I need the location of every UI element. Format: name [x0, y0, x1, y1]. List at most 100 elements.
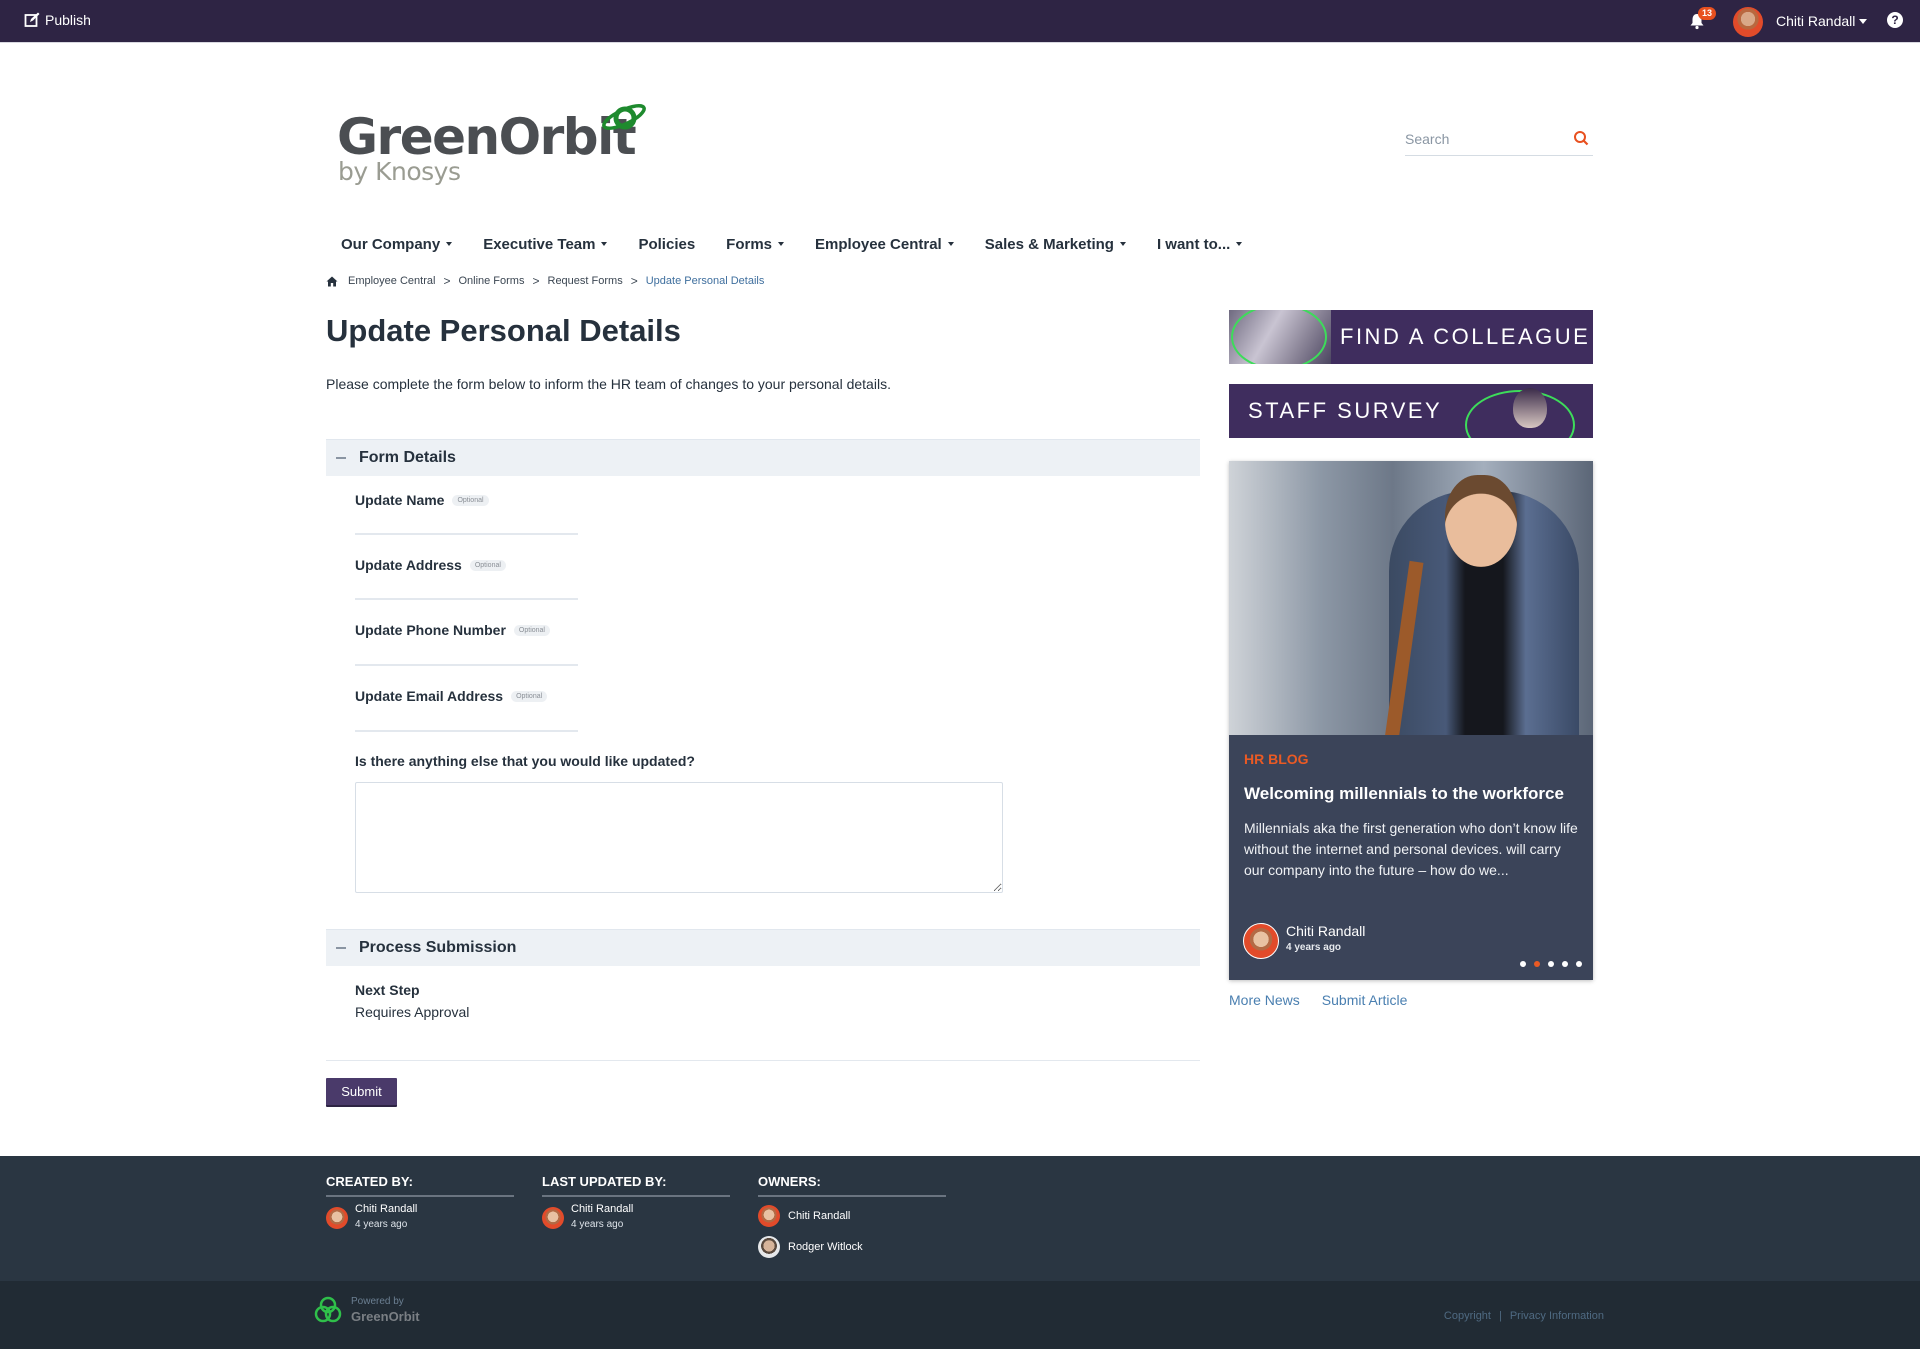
update-name-input[interactable] — [355, 509, 578, 535]
last-updated-header: LAST UPDATED BY: — [542, 1174, 730, 1197]
question-circle-icon[interactable]: ? — [1887, 12, 1903, 28]
staff-survey-banner[interactable]: STAFF SURVEY — [1229, 384, 1593, 438]
nav-item-i-want-to[interactable]: I want to... — [1156, 235, 1243, 253]
person-figure — [1513, 388, 1547, 428]
privacy-link[interactable]: Privacy Information — [1510, 1310, 1604, 1322]
created-by-name[interactable]: Chiti Randall — [355, 1203, 417, 1215]
carousel-dot-4[interactable] — [1562, 961, 1568, 967]
owner-item: Chiti Randall — [758, 1205, 946, 1227]
last-updated-name[interactable]: Chiti Randall — [571, 1203, 633, 1215]
breadcrumb: Employee Central > Online Forms > Reques… — [326, 274, 764, 288]
created-by: CREATED BY: Chiti Randall 4 years ago — [326, 1174, 514, 1230]
nav-item-our-company[interactable]: Our Company — [341, 235, 453, 253]
copyright-link[interactable]: Copyright — [1444, 1310, 1491, 1322]
powered-by-text: Powered by — [351, 1296, 404, 1307]
update-phone-label: Update Phone Number Optional — [355, 622, 550, 638]
form-divider — [326, 1060, 1200, 1061]
search-input[interactable] — [1405, 126, 1565, 152]
caret-down-icon — [947, 242, 954, 246]
home-icon[interactable] — [326, 276, 338, 287]
update-address-input[interactable] — [355, 574, 578, 600]
section-form-details-toggle[interactable]: Form Details — [326, 439, 1200, 476]
created-by-time: 4 years ago — [355, 1219, 408, 1230]
notification-count-badge: 13 — [1698, 7, 1716, 20]
last-updated-time: 4 years ago — [571, 1219, 624, 1230]
breadcrumb-online-forms[interactable]: Online Forms — [458, 275, 524, 287]
news-title[interactable]: Welcoming millennials to the workforce — [1244, 784, 1584, 804]
legal-links: Copyright | Privacy Information — [1444, 1310, 1604, 1322]
nav-label: Forms — [726, 235, 773, 253]
banner-label: STAFF SURVEY — [1248, 398, 1443, 423]
news-image — [1229, 461, 1593, 735]
author-avatar[interactable] — [1243, 923, 1279, 959]
carousel-dot-5[interactable] — [1576, 961, 1582, 967]
carousel-dots — [1520, 961, 1582, 967]
update-address-label: Update Address Optional — [355, 557, 506, 573]
news-links: More News Submit Article — [1229, 992, 1407, 1008]
nav-label: I want to... — [1156, 235, 1231, 253]
site-footer: Powered by GreenOrbit Copyright | Privac… — [0, 1281, 1920, 1349]
logo-subtitle: by Knosys — [338, 157, 461, 186]
breadcrumb-employee-central[interactable]: Employee Central — [348, 275, 435, 287]
owner-item: Rodger Witlock — [758, 1236, 946, 1258]
nav-item-executive-team[interactable]: Executive Team — [483, 236, 608, 253]
chevron-down-icon — [1859, 18, 1868, 24]
survey-photo — [1465, 384, 1575, 438]
more-news-link[interactable]: More News — [1229, 992, 1300, 1008]
update-email-input[interactable] — [355, 706, 578, 732]
nav-item-forms[interactable]: Forms — [726, 235, 785, 253]
created-by-person: Chiti Randall 4 years ago — [326, 1203, 514, 1230]
user-menu[interactable]: Chiti Randall — [1776, 13, 1868, 29]
avatar[interactable] — [758, 1205, 780, 1227]
owner-name[interactable]: Chiti Randall — [788, 1210, 850, 1222]
news-category: HR BLOG — [1244, 751, 1309, 767]
caret-down-icon — [1119, 242, 1126, 246]
anything-else-textarea[interactable] — [355, 782, 1003, 893]
edit-square-icon — [24, 12, 40, 27]
orbit-logo-icon — [602, 103, 646, 131]
powered-by-brand: GreenOrbit — [351, 1309, 420, 1324]
collapse-minus-icon — [336, 947, 346, 949]
submit-button[interactable]: Submit — [326, 1078, 397, 1107]
section-title: Process Submission — [359, 939, 517, 956]
carousel-dot-2-active[interactable] — [1534, 961, 1540, 967]
nav-label: Our Company — [341, 235, 441, 253]
publish-button[interactable]: Publish — [24, 12, 91, 28]
powered-by-greenorbit[interactable]: Powered by GreenOrbit — [313, 1295, 420, 1325]
submit-article-link[interactable]: Submit Article — [1322, 992, 1408, 1008]
banner-label: FIND A COLLEAGUE — [1340, 324, 1591, 349]
next-step-label: Next Step — [355, 982, 420, 998]
section-process-submission-toggle[interactable]: Process Submission — [326, 929, 1200, 966]
field-label-text: Update Phone Number — [355, 622, 506, 638]
avatar[interactable] — [326, 1207, 348, 1229]
nav-item-sales-marketing[interactable]: Sales & Marketing — [985, 236, 1126, 253]
search-icon[interactable] — [1573, 130, 1589, 146]
breadcrumb-request-forms[interactable]: Request Forms — [548, 275, 623, 287]
user-name: Chiti Randall — [1776, 13, 1856, 29]
page-title: Update Personal Details — [326, 313, 681, 348]
carousel-dot-1[interactable] — [1520, 961, 1526, 967]
avatar[interactable] — [758, 1236, 780, 1258]
user-avatar[interactable] — [1733, 7, 1763, 37]
carousel-dot-3[interactable] — [1548, 961, 1554, 967]
created-by-header: CREATED BY: — [326, 1174, 514, 1197]
field-label-text: Update Name — [355, 492, 445, 508]
owner-name[interactable]: Rodger Witlock — [788, 1241, 863, 1253]
field-label-text: Update Email Address — [355, 688, 504, 704]
decorative-ring — [1231, 310, 1327, 364]
admin-toolbar: Publish 13 Chiti Randall ? — [0, 0, 1920, 43]
site-logo[interactable]: GreenOrbit by Knosys — [337, 100, 657, 190]
news-card[interactable]: HR BLOG Welcoming millennials to the wor… — [1229, 461, 1593, 980]
update-email-label: Update Email Address Optional — [355, 688, 548, 704]
update-phone-input[interactable] — [355, 640, 578, 666]
page-metadata-footer: CREATED BY: Chiti Randall 4 years ago LA… — [0, 1156, 1920, 1281]
news-excerpt: Millennials aka the first generation who… — [1244, 820, 1578, 878]
breadcrumb-current: Update Personal Details — [645, 275, 765, 287]
collapse-minus-icon — [336, 457, 346, 459]
nav-item-employee-central[interactable]: Employee Central — [815, 236, 954, 253]
news-author[interactable]: Chiti Randall — [1286, 923, 1365, 939]
find-a-colleague-banner[interactable]: FIND A COLLEAGUE — [1229, 310, 1593, 364]
optional-badge: Optional — [452, 494, 489, 506]
nav-item-policies[interactable]: Policies — [638, 236, 695, 253]
avatar[interactable] — [542, 1207, 564, 1229]
